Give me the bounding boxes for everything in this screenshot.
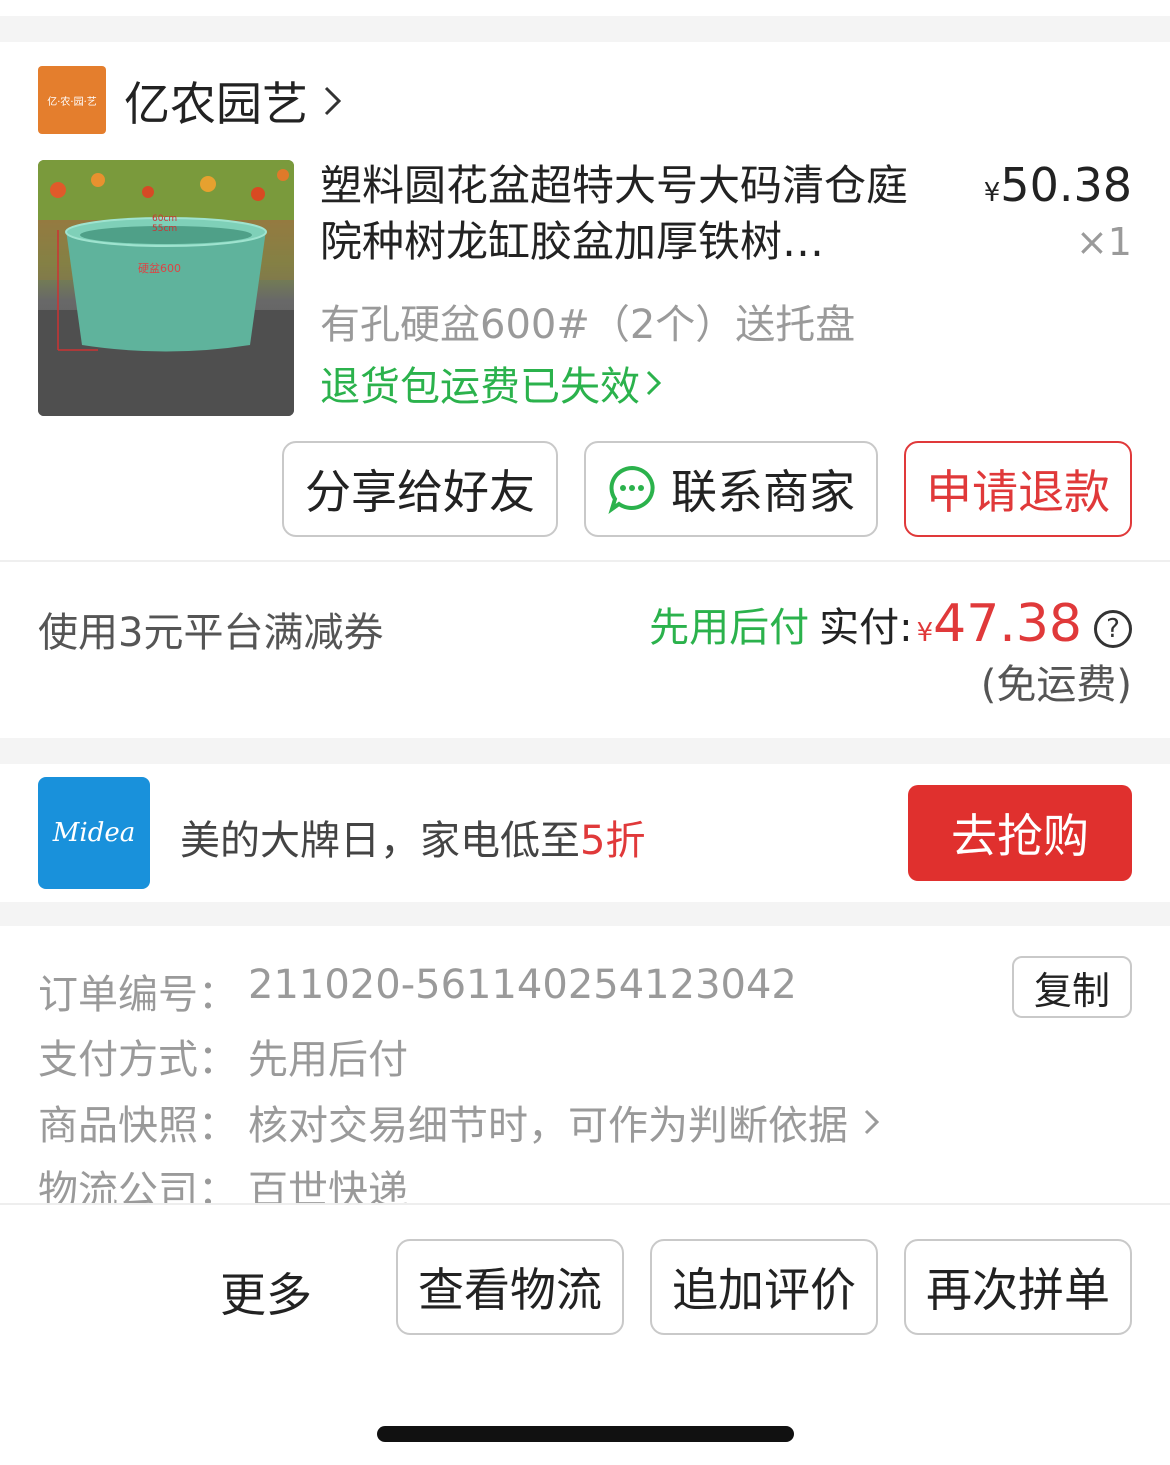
shop-header[interactable]: 亿·农·园·艺 亿农园艺 (38, 66, 438, 134)
payment-summary: 先用后付 实付: ¥ 47.38 ? (649, 594, 1132, 654)
request-refund-button[interactable]: 申请退款 (904, 441, 1132, 537)
product-spec: 有孔硬盆600#（2个）送托盘 (320, 302, 856, 348)
reorder-button[interactable]: 再次拼单 (904, 1239, 1132, 1335)
contact-seller-button[interactable]: 联系商家 (584, 441, 878, 537)
order-number-label: 订单编号： (38, 972, 238, 1018)
image-label-bottom: 55cm (152, 224, 178, 234)
midea-logo[interactable]: Midea (38, 777, 150, 889)
order-number-value: 211020-561140254123042 (248, 962, 797, 1008)
image-label-middle: 硬盆600 (138, 262, 181, 275)
add-review-button[interactable]: 追加评价 (650, 1239, 878, 1335)
product-title[interactable]: 塑料圆花盆超特大号大码清仓庭院种树龙缸胶盆加厚铁树… (320, 158, 910, 270)
promo-buy-button[interactable]: 去抢购 (908, 785, 1132, 881)
request-refund-label: 申请退款 (926, 465, 1110, 519)
contact-seller-label: 联系商家 (671, 465, 855, 519)
reorder-label: 再次拼单 (926, 1263, 1110, 1317)
chevron-right-icon (324, 86, 342, 116)
shipping-note: (免运费) (980, 662, 1132, 708)
home-indicator[interactable] (377, 1426, 794, 1442)
section-gap (0, 738, 1170, 764)
image-label-top: 60cm (152, 214, 178, 224)
snapshot-link[interactable]: 核对交易细节时，可作为判断依据 (248, 1093, 882, 1151)
bottom-bar: 更多 查看物流 追加评价 再次拼单 (0, 1203, 1170, 1465)
pay-later-tag: 先用后付 (649, 605, 810, 651)
price-value: 50.38 (1000, 158, 1132, 212)
help-icon[interactable]: ? (1094, 610, 1132, 648)
chat-bubble-icon (608, 465, 655, 514)
paid-amount: 47.38 (933, 594, 1082, 654)
paid-currency: ¥ (916, 618, 934, 648)
return-shipping-status[interactable]: 退货包运费已失效 (320, 354, 664, 412)
return-status-text: 退货包运费已失效 (320, 364, 640, 410)
chevron-right-icon (646, 370, 662, 396)
promo-text: 美的大牌日，家电低至5折 (180, 808, 645, 866)
coupon-text: 使用3元平台满减券 (38, 610, 384, 656)
shop-name[interactable]: 亿农园艺 (124, 68, 308, 134)
snapshot-value: 核对交易细节时，可作为判断依据 (248, 1103, 848, 1149)
price-symbol: ¥ (983, 178, 1001, 208)
promo-text-prefix: 美的大牌日，家电低至 (180, 818, 580, 864)
view-logistics-label: 查看物流 (418, 1263, 602, 1317)
share-button[interactable]: 分享给好友 (282, 441, 558, 537)
shop-logo: 亿·农·园·艺 (38, 66, 106, 134)
paid-label: 实付: (819, 605, 913, 651)
more-button[interactable]: 更多 (220, 1259, 312, 1325)
product-image[interactable]: 60cm 55cm 硬盆600 (38, 160, 294, 416)
chevron-right-icon (864, 1109, 880, 1135)
flower-pot-image (38, 160, 294, 416)
snapshot-label: 商品快照： (38, 1103, 238, 1149)
add-review-label: 追加评价 (672, 1263, 856, 1317)
payment-method-label: 支付方式： (38, 1037, 238, 1083)
promo-buy-label: 去抢购 (951, 809, 1089, 863)
copy-button-label: 复制 (1033, 968, 1110, 1013)
section-divider (0, 560, 1170, 562)
promo-text-highlight: 5折 (580, 818, 646, 864)
product-quantity: ×1 (1075, 220, 1132, 264)
top-divider (0, 0, 1170, 42)
section-gap (0, 902, 1170, 926)
view-logistics-button[interactable]: 查看物流 (396, 1239, 624, 1335)
product-price: ¥50.38 (984, 158, 1132, 212)
payment-method-value: 先用后付 (248, 1037, 408, 1083)
share-button-label: 分享给好友 (305, 465, 535, 519)
copy-button[interactable]: 复制 (1012, 956, 1132, 1018)
